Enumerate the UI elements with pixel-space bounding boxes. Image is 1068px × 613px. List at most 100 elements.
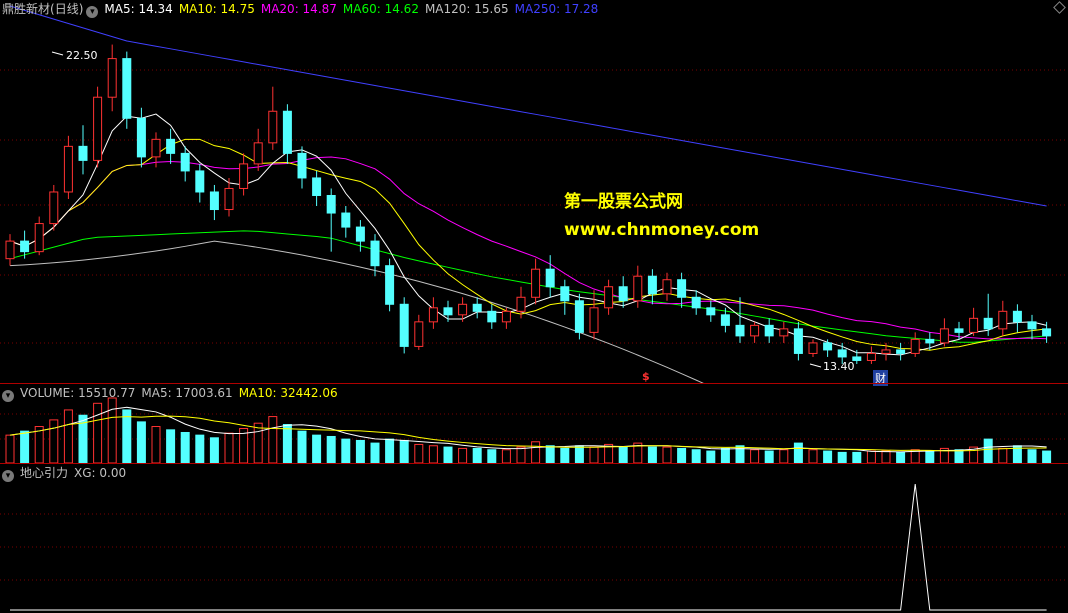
candle-body [896, 349, 906, 354]
candle-body [443, 307, 453, 316]
volume-bar [355, 439, 365, 463]
volume-bar [1027, 449, 1037, 463]
chevron-down-icon[interactable]: ▾ [2, 390, 14, 402]
candle-body [764, 324, 774, 337]
volume-bar [983, 438, 993, 463]
volume-bar [866, 450, 876, 463]
candle-body [516, 296, 526, 312]
candle-body [604, 286, 614, 309]
candle-body [779, 328, 789, 337]
ma-legend: MA5: 14.34 MA10: 14.75 MA20: 14.87 MA60: 14… [104, 2, 604, 16]
indicator-name: 地心引力 [20, 466, 69, 480]
volume-bar [574, 445, 584, 463]
volume-bar [341, 438, 351, 463]
volume-bar [896, 451, 906, 463]
volume-bar [647, 446, 657, 463]
volume-bar [808, 449, 818, 463]
watermark-title: 第一股票公式网 [564, 192, 683, 212]
volume-bar [925, 450, 935, 463]
candle-body [969, 317, 979, 333]
volume-bar [5, 434, 15, 463]
ma250-line [9, 5, 1047, 207]
volume-bar [428, 445, 438, 463]
volume-legend-item-2: MA10: 32442.06 [238, 386, 338, 400]
candle-body [633, 275, 643, 302]
volume-bar [209, 437, 219, 463]
volume-pane[interactable]: ▾ VOLUME: 15510.77 MA5: 17003.61 MA10: 3244… [0, 384, 1068, 463]
low-arrow [809, 363, 822, 368]
candle-body [750, 324, 760, 337]
candle-body [954, 328, 964, 333]
candle-body [1027, 321, 1037, 330]
candle-body [706, 307, 716, 316]
candle-body [647, 275, 657, 295]
candle-body [545, 268, 555, 288]
volume-bar [764, 450, 774, 463]
candle-body [341, 212, 351, 228]
volume-legend-item-1: MA5: 17003.61 [141, 386, 233, 400]
candle-body [998, 310, 1008, 330]
volume-bar [312, 434, 322, 463]
volume-bar [63, 409, 73, 463]
candle-body [166, 138, 176, 154]
volume-bar [370, 442, 380, 463]
candle-body [428, 307, 438, 323]
candle-body [677, 279, 687, 298]
volume-bar [93, 402, 103, 463]
candle-body [297, 152, 307, 179]
indicator-value: XG: 0.00 [74, 466, 127, 480]
volume-bar [852, 451, 862, 463]
candle-body [662, 279, 672, 295]
ma-legend-item-3: MA60: 14.62 [342, 2, 419, 16]
volume-bar [297, 430, 307, 463]
candle-body [414, 321, 424, 347]
candle-body [63, 145, 73, 193]
watermark-url: www.chnmoney.com [564, 220, 760, 240]
candle-body [224, 187, 234, 211]
indicator-header: ▾ 地心引力 XG: 0.00 [2, 466, 132, 482]
volume-bar [793, 442, 803, 463]
volume-bar [282, 424, 292, 463]
price-chart-pane[interactable]: 鼎胜新材(日线) ▾ MA5: 14.34 MA10: 14.75 MA20: 14.8… [0, 0, 1068, 386]
ma60-line [9, 230, 1047, 343]
volume-legend: VOLUME: 15510.77 MA5: 17003.61 MA10: 32442… [20, 386, 344, 400]
ma-legend-item-1: MA10: 14.75 [178, 2, 255, 16]
volume-bar [268, 416, 278, 463]
volume-bar [677, 447, 687, 463]
candle-body [939, 328, 949, 344]
candle-body [253, 142, 263, 165]
dividend-marker[interactable]: $ [642, 370, 650, 383]
volume-bar [326, 435, 336, 463]
low-price-label: 13.40 [823, 360, 855, 373]
volume-bar [954, 449, 964, 463]
volume-bar [998, 447, 1008, 463]
candle-body [866, 352, 876, 361]
volume-bar [779, 449, 789, 463]
volume-legend-item-0: VOLUME: 15510.77 [20, 386, 136, 400]
volume-bar [706, 450, 716, 463]
price-chart-canvas[interactable] [0, 0, 1068, 383]
candle-body [326, 194, 336, 214]
candle-body [808, 342, 818, 354]
indicator-pane[interactable]: ▾ 地心引力 XG: 0.00 [0, 464, 1068, 613]
candle-body [793, 328, 803, 354]
volume-bar [545, 445, 555, 463]
candle-body [735, 324, 745, 337]
candle-body [209, 191, 219, 211]
indicator-chart-canvas[interactable] [0, 464, 1068, 613]
candle-body [49, 191, 59, 225]
candle-body [355, 226, 365, 242]
candle-body [1042, 328, 1052, 337]
candle-body [881, 349, 891, 354]
chevron-down-icon[interactable]: ▾ [2, 470, 14, 482]
candle-body [472, 303, 482, 312]
volume-ma10-line [9, 415, 1047, 452]
volume-bar [385, 438, 395, 463]
volume-bar [399, 439, 409, 463]
candle-body [282, 110, 292, 154]
candle-body [720, 314, 730, 326]
volume-bar [560, 447, 570, 463]
candle-body [487, 310, 497, 323]
volume-bar [253, 422, 263, 463]
candle-body [385, 265, 395, 305]
